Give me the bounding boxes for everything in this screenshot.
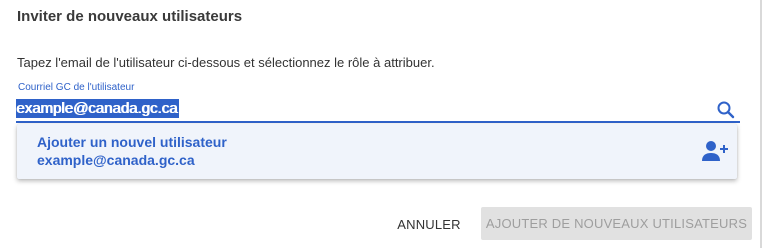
dialog-title: Inviter de nouveaux utilisateurs <box>17 8 243 25</box>
cancel-button[interactable]: ANNULER <box>390 208 468 240</box>
add-user-icon <box>701 139 729 165</box>
dialog-instruction: Tapez l'email de l'utilisateur ci-dessou… <box>17 55 435 70</box>
email-field-label: Courriel GC de l'utilisateur <box>18 82 135 93</box>
email-input[interactable] <box>16 99 710 117</box>
search-icon[interactable] <box>716 100 736 120</box>
suggestion-email: example@canada.gc.ca <box>37 152 195 168</box>
suggestion-title: Ajouter un nouvel utilisateur <box>37 134 227 150</box>
email-field-underline <box>16 121 740 123</box>
add-new-user-suggestion[interactable]: Ajouter un nouvel utilisateur example@ca… <box>17 124 737 179</box>
email-field: Courriel GC de l'utilisateur example@can… <box>16 82 740 123</box>
add-users-button[interactable]: AJOUTER DE NOUVEAUX UTILISATEURS <box>481 207 752 240</box>
invite-users-dialog: Inviter de nouveaux utilisateurs Tapez l… <box>0 0 762 248</box>
